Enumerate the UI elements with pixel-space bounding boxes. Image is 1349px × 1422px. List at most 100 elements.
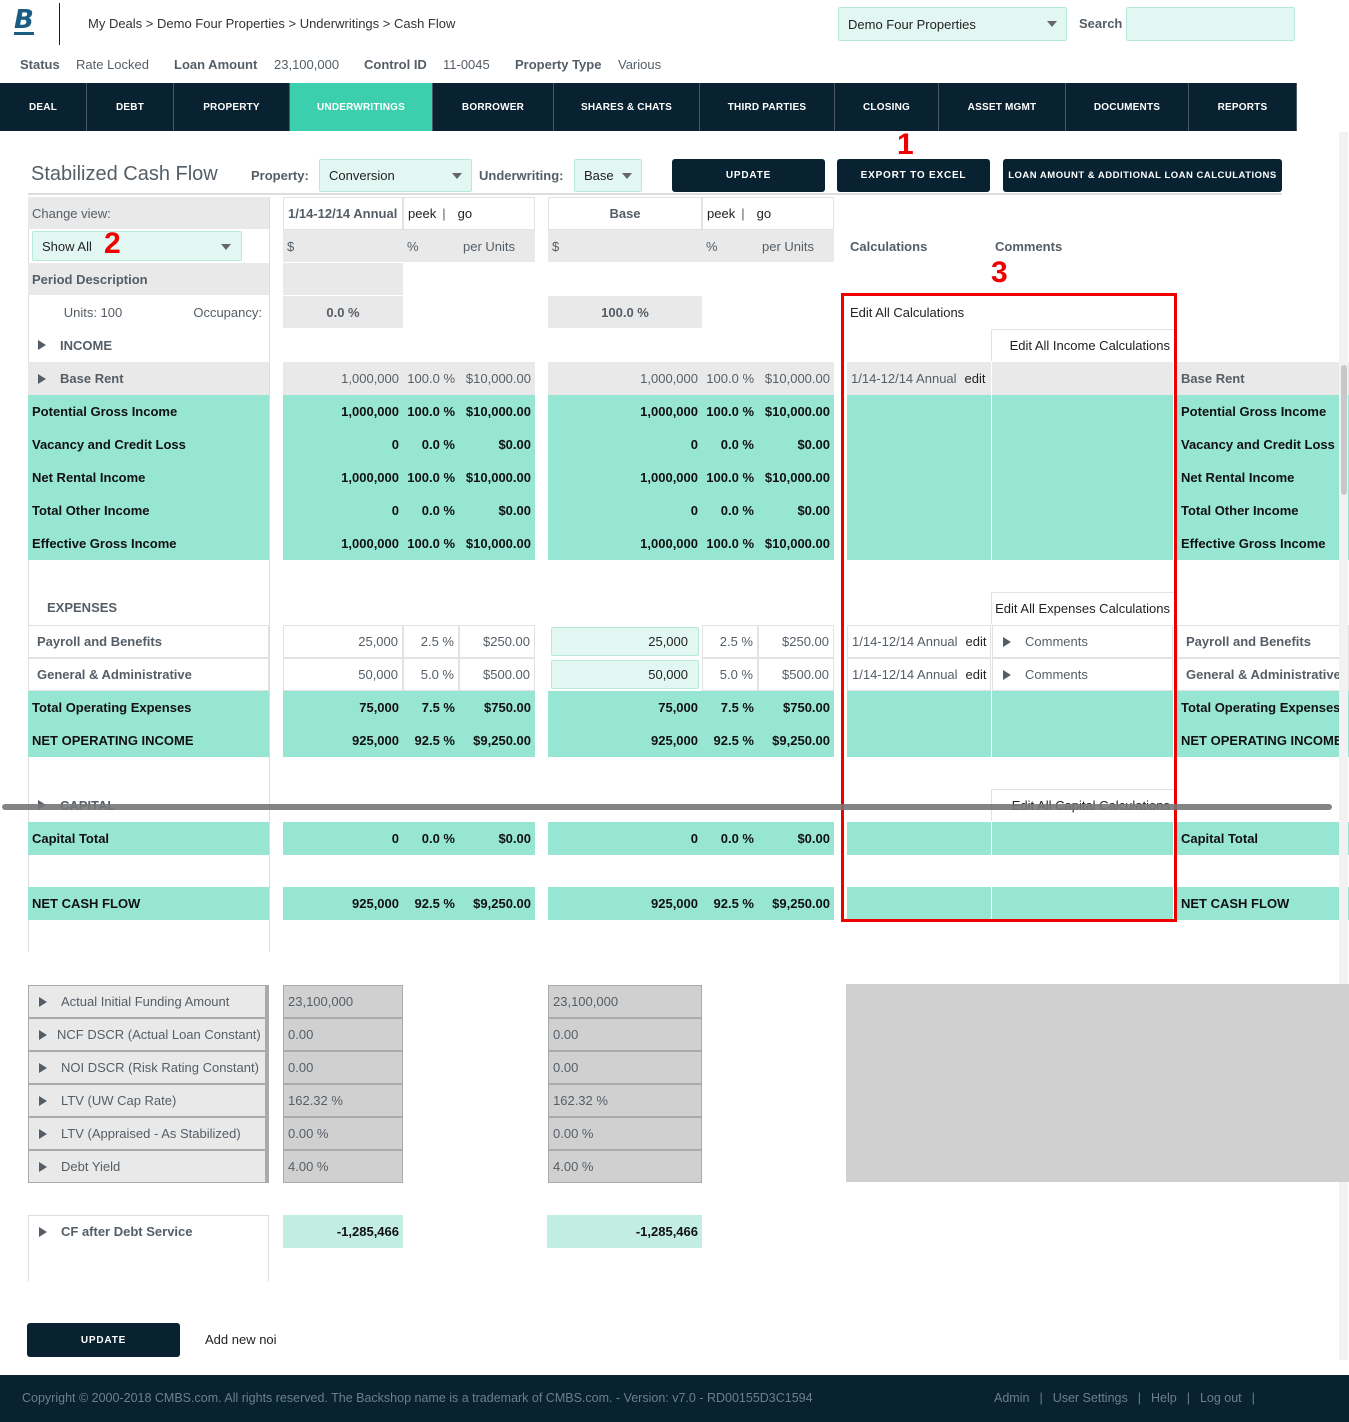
percent-a: 5.0 % bbox=[403, 658, 459, 691]
go-link[interactable]: go bbox=[757, 206, 771, 221]
expand-triangle-icon[interactable] bbox=[39, 1227, 47, 1237]
expand-triangle-icon[interactable] bbox=[39, 1095, 47, 1106]
expand-triangle-icon[interactable] bbox=[39, 1062, 47, 1073]
expand-triangle-icon[interactable] bbox=[39, 996, 47, 1007]
metric-value-b: 0.00 bbox=[548, 1018, 702, 1051]
percent-a: 2.5 % bbox=[403, 625, 459, 658]
column-title-b: Base bbox=[548, 197, 702, 230]
amount-b: 75,000 bbox=[548, 691, 702, 724]
footer-link-log-out[interactable]: Log out bbox=[1200, 1391, 1242, 1405]
right-row-label: Vacancy and Credit Loss bbox=[1177, 428, 1349, 461]
per-unit-a: $9,250.00 bbox=[459, 887, 535, 920]
right-row-label: Payroll and Benefits bbox=[1177, 625, 1349, 658]
row-label: NET OPERATING INCOME bbox=[28, 724, 269, 757]
row-label-text: Total Other Income bbox=[32, 503, 150, 518]
row-label[interactable]: General & Administrative bbox=[28, 658, 269, 691]
per-unit-b: $750.00 bbox=[758, 691, 834, 724]
amount-a: 75,000 bbox=[283, 691, 403, 724]
bottom-update-button[interactable]: UPDATE bbox=[27, 1323, 180, 1357]
row-label-text: General & Administrative bbox=[37, 667, 192, 682]
percent-a: 0.0 % bbox=[403, 822, 459, 855]
metric-label[interactable]: NCF DSCR (Actual Loan Constant) bbox=[28, 1018, 269, 1051]
property-select[interactable]: Conversion bbox=[319, 159, 472, 192]
tab-borrower[interactable]: BORROWER bbox=[433, 83, 554, 131]
right-row-label: Total Other Income bbox=[1177, 494, 1349, 527]
percent-a: 92.5 % bbox=[403, 724, 459, 757]
footer-link-user-settings[interactable]: User Settings bbox=[1053, 1391, 1128, 1405]
export-to-excel-button[interactable]: EXPORT TO EXCEL bbox=[837, 159, 990, 192]
expand-triangle-icon[interactable] bbox=[38, 373, 46, 384]
tab-debt[interactable]: DEBT bbox=[87, 83, 174, 131]
amount-b: 1,000,000 bbox=[548, 527, 702, 560]
metric-label-text: Debt Yield bbox=[61, 1159, 121, 1174]
view-select[interactable]: Show All bbox=[32, 231, 242, 261]
metric-value-b: 162.32 % bbox=[548, 1084, 702, 1117]
metric-value-a: 0.00 bbox=[283, 1018, 403, 1051]
tab-shares-chats[interactable]: SHARES & CHATS bbox=[554, 83, 700, 131]
tab-documents[interactable]: DOCUMENTS bbox=[1066, 83, 1189, 131]
right-row-label: General & Administrative bbox=[1177, 658, 1349, 691]
metric-label[interactable]: Actual Initial Funding Amount bbox=[28, 985, 269, 1018]
period-description-cell-a bbox=[283, 263, 403, 295]
tab-property[interactable]: PROPERTY bbox=[174, 83, 290, 131]
underwriting-select[interactable]: Base bbox=[574, 159, 642, 192]
backshop-logo[interactable]: B bbox=[14, 7, 34, 35]
row-label[interactable]: Payroll and Benefits bbox=[28, 625, 269, 658]
metric-label[interactable]: NOI DSCR (Risk Rating Constant) bbox=[28, 1051, 269, 1084]
cf-after-debt-a: -1,285,466 bbox=[283, 1215, 403, 1248]
breadcrumb[interactable]: My Deals > Demo Four Properties > Underw… bbox=[88, 16, 455, 31]
metric-value-b: 0.00 % bbox=[548, 1117, 702, 1150]
occupancy-b: 100.0 % bbox=[548, 296, 702, 328]
footer-separator: | bbox=[1251, 1391, 1255, 1405]
amount-input-b[interactable]: 25,000 bbox=[551, 627, 699, 656]
add-new-noi-link[interactable]: Add new noi bbox=[205, 1332, 277, 1347]
footer-link-admin[interactable]: Admin bbox=[994, 1391, 1029, 1405]
income-section: INCOME bbox=[28, 329, 269, 361]
amount-a: 1,000,000 bbox=[283, 362, 403, 395]
search-input[interactable] bbox=[1126, 7, 1295, 41]
amount-b: 1,000,000 bbox=[548, 395, 702, 428]
peek-link[interactable]: peek bbox=[707, 206, 735, 221]
deal-select[interactable]: Demo Four Properties bbox=[838, 7, 1067, 41]
horizontal-scrollbar[interactable] bbox=[2, 804, 1332, 810]
row-label-text: Base Rent bbox=[60, 371, 124, 386]
per-unit-a: $10,000.00 bbox=[459, 395, 535, 428]
tab-reports[interactable]: REPORTS bbox=[1189, 83, 1297, 131]
row-label[interactable]: Base Rent bbox=[28, 362, 269, 395]
scrollbar-thumb[interactable] bbox=[1341, 365, 1347, 495]
expand-triangle-icon[interactable] bbox=[39, 1128, 47, 1139]
per-unit-a: $10,000.00 bbox=[459, 461, 535, 494]
metric-label-text: LTV (Appraised - As Stabilized) bbox=[61, 1126, 241, 1141]
view-select-value: Show All bbox=[42, 238, 92, 254]
amount-a: 925,000 bbox=[283, 724, 403, 757]
peek-link[interactable]: peek bbox=[408, 206, 436, 221]
expand-triangle-icon[interactable] bbox=[38, 340, 46, 350]
amount-input-b[interactable]: 50,000 bbox=[551, 660, 699, 689]
tab-closing[interactable]: CLOSING bbox=[835, 83, 939, 131]
expand-triangle-icon[interactable] bbox=[39, 1161, 47, 1172]
cf-after-debt-label[interactable]: CF after Debt Service bbox=[28, 1215, 269, 1281]
percent-b: 5.0 % bbox=[702, 658, 758, 691]
amount-a: 1,000,000 bbox=[283, 461, 403, 494]
right-row-label: Total Operating Expenses bbox=[1177, 691, 1349, 724]
metric-label[interactable]: Debt Yield bbox=[28, 1150, 269, 1183]
tab-asset-mgmt[interactable]: ASSET MGMT bbox=[939, 83, 1066, 131]
amount-a: 1,000,000 bbox=[283, 395, 403, 428]
loan-calculations-button[interactable]: LOAN AMOUNT & ADDITIONAL LOAN CALCULATIO… bbox=[1003, 159, 1282, 192]
update-button[interactable]: UPDATE bbox=[672, 159, 825, 192]
page-title: Stabilized Cash Flow bbox=[31, 163, 218, 185]
tab-underwritings[interactable]: UNDERWRITINGS bbox=[290, 83, 433, 131]
metric-value-a: 0.00 bbox=[283, 1051, 403, 1084]
per-unit-a: $9,250.00 bbox=[459, 724, 535, 757]
sep: | bbox=[442, 206, 446, 221]
footer-link-help[interactable]: Help bbox=[1151, 1391, 1177, 1405]
expand-triangle-icon[interactable] bbox=[39, 1029, 47, 1040]
metric-label[interactable]: LTV (UW Cap Rate) bbox=[28, 1084, 269, 1117]
tab-deal[interactable]: DEAL bbox=[0, 83, 87, 131]
go-link[interactable]: go bbox=[458, 206, 472, 221]
metric-label[interactable]: LTV (Appraised - As Stabilized) bbox=[28, 1117, 269, 1150]
metric-value-a: 23,100,000 bbox=[283, 985, 403, 1018]
row-label-text: Effective Gross Income bbox=[32, 536, 177, 551]
tab-third-parties[interactable]: THIRD PARTIES bbox=[700, 83, 835, 131]
per-unit-a: $250.00 bbox=[459, 625, 535, 658]
